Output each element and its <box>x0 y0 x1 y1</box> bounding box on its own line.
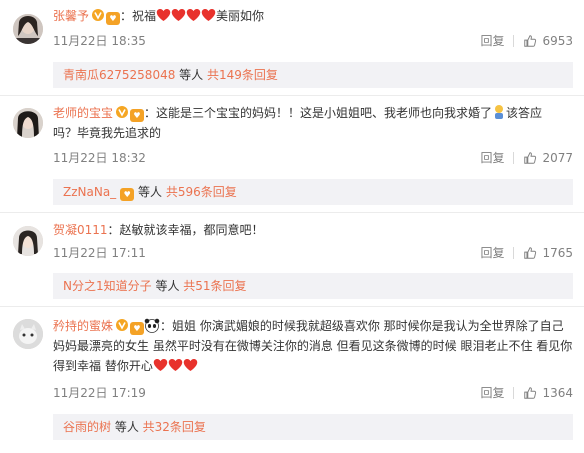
heart-icon <box>186 8 201 22</box>
like-count: 6953 <box>542 34 573 48</box>
sub-reply-text: 等人 <box>134 185 166 199</box>
thumbs-up-icon <box>523 386 537 400</box>
comment-body-end: 吗？毕竟我先追求的 <box>53 126 162 140</box>
like-count: 1765 <box>542 246 573 260</box>
timestamp: 11月22日 18:32 <box>53 151 146 165</box>
comment-text: 老师的宝宝 ♥ ：这能是三个宝宝的妈妈！！这是小姐姐吧、我老师也向我求婚了 该答应吗？… <box>53 103 573 143</box>
heart-icon <box>153 358 168 372</box>
heart-icon <box>168 358 183 372</box>
divider <box>513 152 515 164</box>
thumbs-up-icon <box>523 34 537 48</box>
panda-emoji-icon <box>144 318 160 333</box>
avatar[interactable] <box>13 14 43 44</box>
timestamp: 11月22日 17:11 <box>53 246 146 260</box>
comment-meta: 11月22日 17:19 回复 1364 <box>53 383 573 403</box>
sub-replies-box: ZzNaNa_ ♥ 等人 共596条回复 <box>53 179 573 205</box>
separator-line <box>0 306 584 307</box>
username[interactable]: 张馨予 <box>53 9 89 23</box>
divider <box>513 387 515 399</box>
sub-reply-text: 等人 <box>175 68 207 82</box>
reply-button[interactable]: 回复 <box>480 34 504 48</box>
sub-reply-text: 等人 <box>111 420 143 434</box>
avatar[interactable] <box>13 226 43 256</box>
verified-icon <box>116 319 128 331</box>
reply-button[interactable]: 回复 <box>480 246 504 260</box>
comment-meta: 11月22日 17:11 回复 1765 <box>53 243 573 263</box>
comment-body-end: 美丽如你 <box>216 9 265 23</box>
comment-text: 矜持的蜜姝 ♥ ：姐姐 你演武媚娘的时候我就超级喜欢你 那时候你是我认为全世界除了自… <box>53 316 573 376</box>
emoji-icon <box>495 105 504 119</box>
verified-icon <box>92 9 104 21</box>
comment-body: ：这能是三个宝宝的妈妈！！这是小姐姐吧、我老师也向我求婚了 <box>144 106 493 120</box>
comment-text: 贺凝0111：赵敏就该幸福，都同意吧！ <box>53 220 573 240</box>
heart-icon <box>183 358 198 372</box>
reply-button[interactable]: 回复 <box>480 151 504 165</box>
like-button[interactable]: 6953 <box>523 34 573 48</box>
divider <box>513 247 515 259</box>
sub-replies-box: 青南瓜6275258048 等人 共149条回复 <box>53 62 573 88</box>
heart-icon <box>201 8 216 22</box>
sub-reply-user[interactable]: N分之1知道分子 <box>63 279 152 293</box>
reply-button[interactable]: 回复 <box>480 386 504 400</box>
like-button[interactable]: 1765 <box>523 246 573 260</box>
like-button[interactable]: 2077 <box>523 151 573 165</box>
view-replies-link[interactable]: 共596条回复 <box>166 185 237 199</box>
view-replies-link[interactable]: 共149条回复 <box>207 68 278 82</box>
like-count: 1364 <box>542 386 573 400</box>
sub-replies-box: N分之1知道分子 等人 共51条回复 <box>53 273 573 299</box>
avatar[interactable] <box>13 108 43 138</box>
username[interactable]: 矜持的蜜姝 <box>53 319 113 333</box>
fan-badge-icon: ♥ <box>130 322 145 335</box>
comment-body: ：祝福 <box>120 9 157 23</box>
username[interactable]: 贺凝0111 <box>53 223 108 237</box>
view-replies-link[interactable]: 共51条回复 <box>183 279 246 293</box>
username[interactable]: 老师的宝宝 <box>53 106 113 120</box>
sub-reply-user[interactable]: 青南瓜6275258048 <box>63 68 175 82</box>
timestamp: 11月22日 17:19 <box>53 386 146 400</box>
fan-badge-icon: ♥ <box>120 188 135 201</box>
sub-reply-user[interactable]: ZzNaNa_ <box>63 185 116 199</box>
thumbs-up-icon <box>523 151 537 165</box>
separator-line <box>0 212 584 213</box>
like-count: 2077 <box>542 151 573 165</box>
fan-badge-icon: ♥ <box>106 12 121 25</box>
like-button[interactable]: 1364 <box>523 386 573 400</box>
comment-actions: 回复 2077 <box>480 148 573 168</box>
heart-icon <box>171 8 186 22</box>
fan-badge-icon: ♥ <box>130 109 145 122</box>
comment-actions: 回复 1765 <box>480 243 573 263</box>
comment-body: ：赵敏就该幸福，都同意吧！ <box>107 223 264 237</box>
thumbs-up-icon <box>523 246 537 260</box>
heart-icon <box>156 8 171 22</box>
separator-line <box>0 95 584 96</box>
divider <box>513 35 515 47</box>
sub-reply-text: 等人 <box>151 279 184 293</box>
verified-icon <box>116 106 128 118</box>
comment-text: 张馨予 ♥ ：祝福 美丽如你 <box>53 6 573 26</box>
timestamp: 11月22日 18:35 <box>53 34 146 48</box>
comment-body-mid: 该答应 <box>506 106 543 120</box>
comment-actions: 回复 1364 <box>480 383 573 403</box>
avatar[interactable] <box>13 319 43 349</box>
view-replies-link[interactable]: 共32条回复 <box>143 420 206 434</box>
sub-replies-box: 谷雨的树 等人 共32条回复 <box>53 414 573 440</box>
comment-meta: 11月22日 18:35 回复 6953 <box>53 31 573 51</box>
comment-meta: 11月22日 18:32 回复 2077 <box>53 148 573 168</box>
comment-actions: 回复 6953 <box>480 31 573 51</box>
sub-reply-user[interactable]: 谷雨的树 <box>63 420 111 434</box>
